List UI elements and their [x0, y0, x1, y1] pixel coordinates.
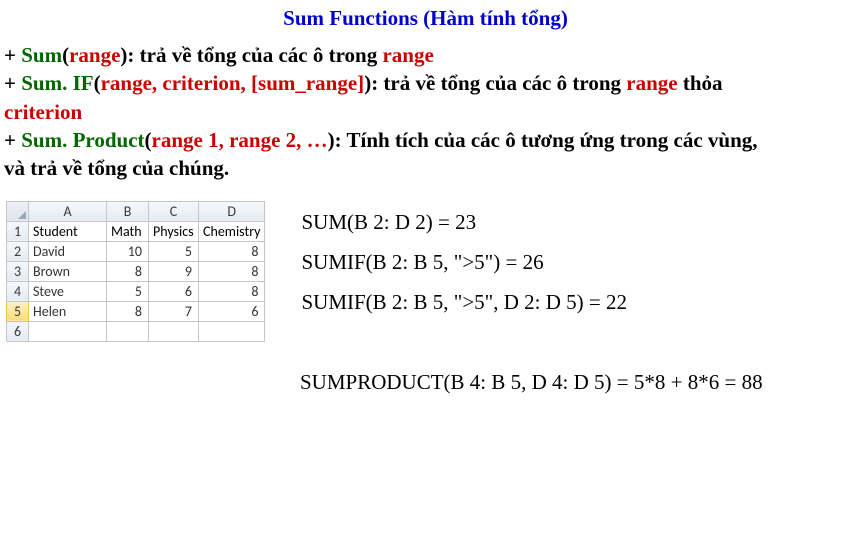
- fn-args: range 1, range 2, …: [152, 128, 328, 152]
- select-all-corner[interactable]: [7, 201, 29, 221]
- col-header-d[interactable]: D: [199, 201, 265, 221]
- def-sumproduct: + Sum. Product(range 1, range 2, …): Tín…: [4, 126, 847, 154]
- plus-sign: +: [4, 43, 21, 67]
- cell[interactable]: Helen: [29, 301, 107, 321]
- cell[interactable]: David: [29, 241, 107, 261]
- col-header-b[interactable]: B: [107, 201, 149, 221]
- formula-sumif-1: SUMIF(B 2: B 5, ">5") = 26: [301, 243, 627, 283]
- cell[interactable]: 6: [149, 281, 199, 301]
- fn-name: Sum: [21, 43, 62, 67]
- cell[interactable]: 7: [149, 301, 199, 321]
- plus-sign: +: [4, 128, 21, 152]
- cell[interactable]: Physics: [149, 221, 199, 241]
- col-header-c[interactable]: C: [149, 201, 199, 221]
- cell[interactable]: 5: [107, 281, 149, 301]
- definitions-block: + Sum ( range) : trả về tổng của các ô tron…: [0, 41, 851, 183]
- formula-sumproduct: SUMPRODUCT(B 4: B 5, D 4: D 5) = 5*8 + 8…: [0, 370, 851, 395]
- cell[interactable]: [29, 321, 107, 341]
- def-text: : trả về tổng của các ô trong: [127, 43, 382, 67]
- row-header[interactable]: 2: [7, 241, 29, 261]
- fn-args: range: [69, 43, 120, 67]
- cell[interactable]: [149, 321, 199, 341]
- plus-sign: +: [4, 71, 21, 95]
- spreadsheet: A B C D 1 Student Math Physics Chemistry…: [6, 201, 265, 342]
- def-sumproduct-cont: và trả về tổng của chúng.: [4, 154, 847, 182]
- cell[interactable]: 5: [149, 241, 199, 261]
- range-word: range: [382, 43, 433, 67]
- formula-sum: SUM(B 2: D 2) = 23: [301, 203, 627, 243]
- cell[interactable]: 8: [199, 241, 265, 261]
- row-header[interactable]: 6: [7, 321, 29, 341]
- cell[interactable]: Student: [29, 221, 107, 241]
- row-header[interactable]: 3: [7, 261, 29, 281]
- cell[interactable]: 10: [107, 241, 149, 261]
- paren-open: (: [145, 128, 152, 152]
- page-title: Sum Functions (Hàm tính tổng): [0, 6, 851, 31]
- cell[interactable]: Brown: [29, 261, 107, 281]
- formula-sumif-2: SUMIF(B 2: B 5, ">5", D 2: D 5) = 22: [301, 283, 627, 323]
- def-sumif-cont: criterion: [4, 98, 847, 126]
- cell[interactable]: [107, 321, 149, 341]
- cell[interactable]: 8: [199, 261, 265, 281]
- cell[interactable]: Chemistry: [199, 221, 265, 241]
- cell[interactable]: 8: [107, 301, 149, 321]
- range-word: range: [626, 71, 677, 95]
- def-text: thỏa: [678, 71, 723, 95]
- col-header-a[interactable]: A: [29, 201, 107, 221]
- row-header[interactable]: 1: [7, 221, 29, 241]
- cell[interactable]: 8: [199, 281, 265, 301]
- cell[interactable]: Steve: [29, 281, 107, 301]
- fn-name: Sum. IF: [21, 71, 93, 95]
- formula-examples: SUM(B 2: D 2) = 23 SUMIF(B 2: B 5, ">5")…: [301, 201, 627, 323]
- def-sumif: + Sum. IF(range, criterion, [sum_range])…: [4, 69, 847, 97]
- cell[interactable]: Math: [107, 221, 149, 241]
- fn-name: Sum. Product: [21, 128, 144, 152]
- row-header[interactable]: 4: [7, 281, 29, 301]
- fn-args: range, criterion, [sum_range]: [101, 71, 365, 95]
- def-sum: + Sum(range): trả về tổng của các ô tron…: [4, 41, 847, 69]
- row-header[interactable]: 5: [7, 301, 29, 321]
- cell[interactable]: 6: [199, 301, 265, 321]
- cell[interactable]: [199, 321, 265, 341]
- paren-close: ): [328, 128, 335, 152]
- cell[interactable]: 9: [149, 261, 199, 281]
- def-text: : trả về tổng của các ô trong: [371, 71, 626, 95]
- def-text: : Tính tích của các ô tương ứng trong cá…: [335, 128, 758, 152]
- paren-open: (: [94, 71, 101, 95]
- cell[interactable]: 8: [107, 261, 149, 281]
